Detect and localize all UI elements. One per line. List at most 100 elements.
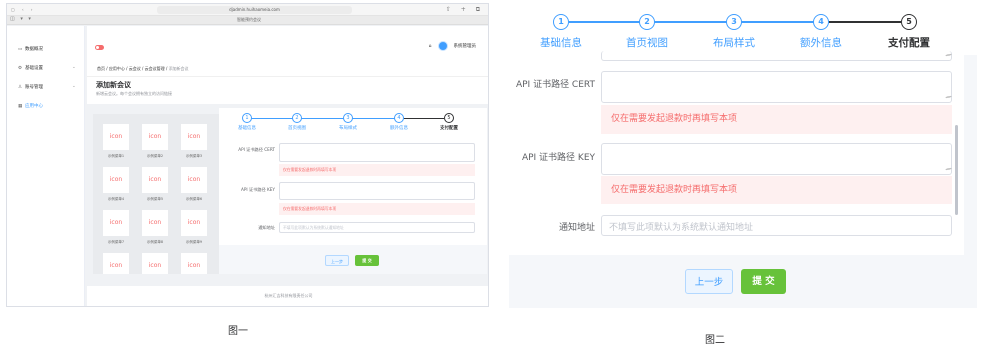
step-4-circle[interactable]: 4 <box>394 113 404 123</box>
menu-tile-icon[interactable]: icon <box>103 167 129 193</box>
resize-handle-icon[interactable]: ⁄⁄ <box>945 94 951 100</box>
cert-input[interactable]: ⁄⁄ <box>601 71 952 103</box>
step-2-circle[interactable]: 2 <box>292 113 302 123</box>
grid-icon: ▦ <box>18 104 23 109</box>
sidebar-item-overview[interactable]: ▭ 数据概况 <box>18 46 43 52</box>
sidebar-item-apps[interactable]: ▦ 应用中心 <box>18 103 43 109</box>
cert-label: API 证书路径 CERT <box>515 80 595 90</box>
step-5-circle[interactable]: 5 <box>901 14 917 30</box>
step-1-circle[interactable]: 1 <box>242 113 252 123</box>
menu-tile-icon[interactable]: icon <box>142 167 168 193</box>
step-5-label[interactable]: 支付配置 <box>869 35 949 50</box>
browser-tab-bar: ◫ ▾ ▾ 智能预约会议 <box>7 16 488 25</box>
prev-step-button[interactable]: 上一步 <box>685 269 733 294</box>
step-2-label[interactable]: 首页视图 <box>607 35 687 50</box>
key-label: API 证书路径 KEY <box>241 187 275 192</box>
tab-group-icon[interactable]: ◫ ▾ ▾ <box>10 16 33 22</box>
scrollbar-thumb[interactable] <box>955 125 958 215</box>
bell-icon[interactable]: ⌂ <box>429 44 432 49</box>
user-icon: ♙ <box>18 85 23 90</box>
form-button-bar: 上一步 提 交 <box>509 255 977 308</box>
figure-2-caption: 图二 <box>705 335 725 346</box>
menu-tile-label: 示例菜单3 <box>185 154 203 158</box>
menu-tile-icon[interactable]: icon <box>103 253 129 274</box>
sidebar: ▭ 数据概况 ⚙ 基础设置 ⌄ ♙ 账号管理 ⌄ ▦ 应用中心 <box>7 26 85 306</box>
submit-button[interactable]: 提 交 <box>355 255 379 266</box>
key-input[interactable] <box>279 182 475 200</box>
notify-label: 通知地址 <box>258 225 275 230</box>
notify-label: 通知地址 <box>558 223 595 233</box>
menu-tile-icon[interactable]: icon <box>142 253 168 274</box>
step-1-label[interactable]: 基础信息 <box>521 35 601 50</box>
menu-toggle-icon[interactable] <box>95 45 104 50</box>
step-3-label[interactable]: 布局样式 <box>328 125 368 131</box>
share-icon[interactable]: ⇧ + ⧉ <box>446 6 484 14</box>
resize-handle-icon[interactable]: ⁄⁄ <box>945 52 951 58</box>
meeting-form: 1 2 3 4 5 基础信息 首页视图 布局样式 额外信息 支付配置 API 证… <box>219 108 487 274</box>
steps-pending-line <box>829 21 901 23</box>
cert-tip: 仅在需要发起退款时再填写本项 <box>279 164 475 176</box>
step-2-label[interactable]: 首页视图 <box>277 125 317 131</box>
steps-bar: 1 2 3 4 5 基础信息 首页视图 布局样式 额外信息 支付配置 <box>509 3 977 55</box>
menu-tile-label: 示例菜单6 <box>185 197 203 201</box>
step-5-label[interactable]: 支付配置 <box>429 125 469 131</box>
breadcrumb: 首页 / 应用中心 / 云会议 / 云会议管理 / 添加新会议 <box>97 66 189 71</box>
notify-placeholder: 不填写此项默认为系统默认通知地址 <box>609 223 754 233</box>
step-1-circle[interactable]: 1 <box>553 14 569 30</box>
cert-label: API 证书路径 CERT <box>238 147 275 152</box>
key-input[interactable]: ⁄⁄ <box>601 143 952 175</box>
submit-button[interactable]: 提 交 <box>741 269 786 294</box>
step-4-label[interactable]: 额外信息 <box>379 125 419 131</box>
breadcrumb-item[interactable]: 云会议管理 <box>145 66 165 71</box>
address-bar[interactable]: djadmin.huihaomeia.com <box>157 6 352 14</box>
step-3-circle[interactable]: 3 <box>726 14 742 30</box>
step-5-circle[interactable]: 5 <box>444 113 454 123</box>
avatar[interactable] <box>437 41 448 51</box>
breadcrumb-item[interactable]: 应用中心 <box>109 66 125 71</box>
cert-input[interactable] <box>279 143 475 162</box>
menu-tile-icon[interactable]: icon <box>103 210 129 236</box>
chevron-down-icon: ⌄ <box>72 84 76 89</box>
top-header: ⌂ 系统管理员 首页 / 应用中心 / 云会议 / 云会议管理 / 添加新会议 <box>87 26 488 76</box>
chevron-down-icon: ⌄ <box>72 65 76 70</box>
step-1-label[interactable]: 基础信息 <box>227 125 267 131</box>
scrollbar[interactable] <box>952 55 964 255</box>
step-4-circle[interactable]: 4 <box>813 14 829 30</box>
sidebar-item-settings[interactable]: ⚙ 基础设置 ⌄ <box>18 65 76 71</box>
menu-tile-icon[interactable]: icon <box>181 124 207 150</box>
prev-step-button[interactable]: 上一步 <box>325 255 349 266</box>
page-title: 添加新会议 <box>96 81 131 89</box>
menu-tile-label: 示例菜单2 <box>146 154 164 158</box>
menu-tile-icon[interactable]: icon <box>103 124 129 150</box>
step-3-label[interactable]: 布局样式 <box>694 35 774 50</box>
notify-placeholder: 不填写此项默认为系统默认通知地址 <box>283 225 344 230</box>
key-tip: 仅在需要发起退款时再填写本项 <box>279 203 475 215</box>
step-3-circle[interactable]: 3 <box>343 113 353 123</box>
breadcrumb-item[interactable]: 云会议 <box>129 66 141 71</box>
menu-tile-icon[interactable]: icon <box>181 253 207 274</box>
figure-1-caption: 图一 <box>228 326 248 337</box>
menu-tile-icon[interactable]: icon <box>142 210 168 236</box>
key-label: API 证书路径 KEY <box>521 153 595 163</box>
page-subtitle: 新增云会议。每个会议拥有独立的访问链接 <box>96 91 172 96</box>
menu-tile-label: 示例菜单4 <box>107 197 125 201</box>
browser-nav-icons[interactable]: ▢ ‹ › <box>11 7 36 12</box>
menu-tile-icon[interactable]: icon <box>181 210 207 236</box>
step-2-circle[interactable]: 2 <box>639 14 655 30</box>
figure-1-screenshot: ▢ ‹ › djadmin.huihaomeia.com ⇧ + ⧉ ◫ ▾ ▾… <box>6 3 489 307</box>
menu-tile-icon[interactable]: icon <box>142 124 168 150</box>
menu-tile-icon[interactable]: icon <box>181 167 207 193</box>
form-button-bar <box>219 245 487 274</box>
previous-textarea[interactable]: ⁄⁄ <box>601 51 952 61</box>
resize-handle-icon[interactable]: ⁄⁄ <box>945 166 951 172</box>
steps-pending-line <box>404 118 444 119</box>
step-4-label[interactable]: 额外信息 <box>781 35 861 50</box>
breadcrumb-item[interactable]: 首页 <box>97 66 105 71</box>
browser-tab[interactable]: 智能预约会议 <box>237 17 261 23</box>
menu-tile-label: 示例菜单1 <box>107 154 125 158</box>
user-menu[interactable]: ⌂ 系统管理员 <box>429 41 476 51</box>
payment-config-panel: 1 2 3 4 5 基础信息 首页视图 布局样式 额外信息 支付配置 ⁄⁄ AP… <box>509 3 977 308</box>
sidebar-item-accounts[interactable]: ♙ 账号管理 ⌄ <box>18 84 76 90</box>
form-body: ⁄⁄ API 证书路径 CERT ⁄⁄ 仅在需要发起退款时再填写本项 API 证… <box>509 51 952 255</box>
menu-tile-label: 示例菜单7 <box>107 240 125 244</box>
